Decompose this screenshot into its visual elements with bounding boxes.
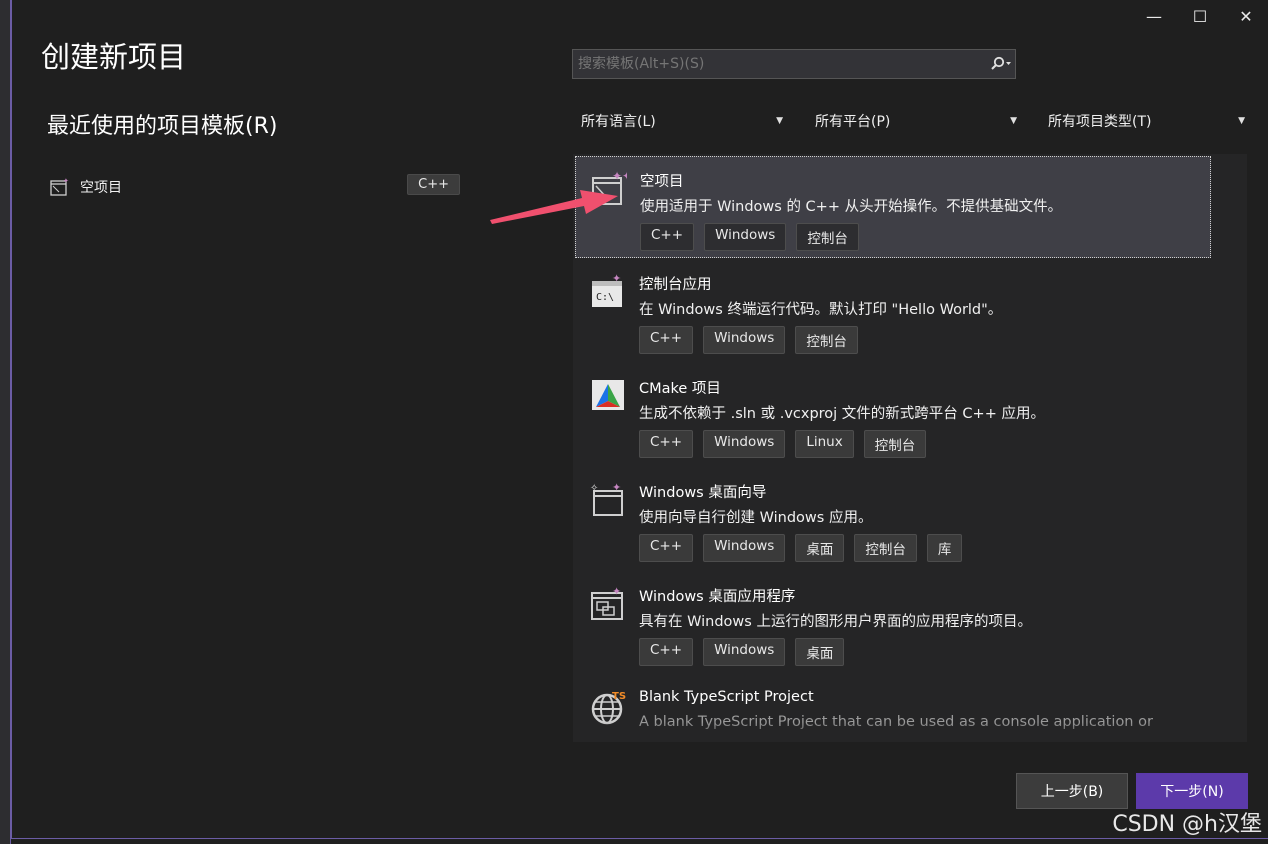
tag: C++ [639, 638, 694, 666]
recent-item-label: 空项目 [80, 180, 122, 196]
template-name: CMake 项目 [639, 381, 721, 397]
search-icon[interactable] [987, 56, 1015, 72]
template-item-console-app[interactable]: C:\ ✦ 控制台应用 在 Windows 终端运行代码。默认打印 "Hello… [575, 260, 1211, 362]
typescript-globe-icon: TS [591, 691, 626, 725]
svg-text:TS: TS [612, 691, 626, 702]
tag: Windows [703, 534, 786, 562]
template-item-cmake[interactable]: CMake 项目 生成不依赖于 .sln 或 .vcxproj 文件的新式跨平台… [575, 364, 1211, 466]
template-description: 具有在 Windows 上运行的图形用户界面的应用程序的项目。 [639, 614, 1032, 630]
filter-platform-label: 所有平台(P) [815, 114, 891, 130]
recent-item-tag: C++ [407, 174, 460, 195]
cmake-icon [592, 380, 624, 410]
tag: 控制台 [796, 223, 859, 251]
recent-templates-heading: 最近使用的项目模板(R) [47, 114, 278, 139]
tag: Linux [795, 430, 854, 458]
tag: 桌面 [795, 638, 845, 666]
tag: 控制台 [863, 430, 927, 458]
svg-text:✦: ✦ [612, 585, 621, 598]
template-description: 使用适用于 Windows 的 C++ 从头开始操作。不提供基础文件。 [640, 199, 1063, 215]
next-button[interactable]: 下一步(N) [1136, 773, 1248, 809]
template-name: Windows 桌面应用程序 [639, 589, 796, 605]
template-name: 空项目 [640, 174, 684, 190]
tag: 库 [926, 534, 963, 562]
template-name: Blank TypeScript Project [639, 689, 814, 705]
search-input[interactable] [573, 55, 987, 73]
tag: 桌面 [795, 534, 845, 562]
template-item-desktop-app[interactable]: ✦ Windows 桌面应用程序 具有在 Windows 上运行的图形用户界面的… [575, 572, 1211, 674]
desktop-wizard-icon: ✧ ✦ [590, 481, 623, 516]
template-tags: C++ Windows 控制台 [639, 326, 858, 354]
filter-project-type-label: 所有项目类型(T) [1048, 114, 1152, 130]
recent-item-empty-project[interactable]: ✦ 空项目 C++ [50, 172, 460, 202]
tag: C++ [639, 534, 694, 562]
chevron-down-icon: ▼ [776, 116, 783, 126]
watermark: CSDN @h汉堡 [1112, 812, 1262, 837]
background-window-strip [0, 0, 11, 844]
chevron-down-icon: ▼ [1010, 116, 1017, 126]
close-button[interactable]: ✕ [1223, 6, 1268, 26]
console-app-icon: C:\ ✦ [592, 273, 622, 307]
filter-platform[interactable]: 所有平台(P) ▼ [815, 108, 1020, 134]
template-description: 使用向导自行创建 Windows 应用。 [639, 510, 873, 526]
svg-text:✧: ✧ [590, 483, 598, 494]
svg-text:C:\: C:\ [596, 292, 614, 303]
filter-language-label: 所有语言(L) [581, 114, 656, 130]
tag: Windows [703, 326, 786, 354]
template-item-empty-project[interactable]: ✦✦ 空项目 使用适用于 Windows 的 C++ 从头开始操作。不提供基础文… [575, 156, 1211, 258]
template-description: 生成不依赖于 .sln 或 .vcxproj 文件的新式跨平台 C++ 应用。 [639, 406, 1045, 422]
back-button[interactable]: 上一步(B) [1016, 773, 1128, 809]
tag: C++ [639, 430, 694, 458]
filter-language[interactable]: 所有语言(L) ▼ [581, 108, 786, 134]
tag: 控制台 [854, 534, 917, 562]
svg-text:✦: ✦ [63, 177, 69, 185]
tag: 控制台 [795, 326, 858, 354]
tag: Windows [704, 223, 787, 251]
search-box[interactable] [572, 49, 1016, 79]
create-project-dialog: — ☐ ✕ 创建新项目 最近使用的项目模板(R) ✦ 空项目 C++ 所有语言(… [11, 0, 1268, 839]
tag: C++ [640, 223, 695, 251]
template-name: Windows 桌面向导 [639, 485, 767, 501]
maximize-button[interactable]: ☐ [1177, 6, 1223, 26]
tag: Windows [703, 430, 786, 458]
empty-project-icon: ✦ [50, 177, 69, 196]
template-list[interactable]: ✦ ✦ 空项目 使用适用于 Windows 的 C++ 从头开始操作。不提供基础文… [573, 154, 1247, 742]
template-tags: C++ Windows Linux 控制台 [639, 430, 927, 458]
page-title: 创建新项目 [41, 40, 187, 74]
window-controls: — ☐ ✕ [1131, 6, 1268, 26]
list-fade [573, 722, 1247, 742]
template-item-desktop-wizard[interactable]: ✧ ✦ Windows 桌面向导 使用向导自行创建 Windows 应用。 C+… [575, 468, 1211, 570]
filter-project-type[interactable]: 所有项目类型(T) ▼ [1048, 108, 1248, 134]
chevron-down-icon: ▼ [1238, 116, 1245, 126]
tag: Windows [703, 638, 786, 666]
svg-text:✦: ✦ [612, 273, 621, 285]
template-name: 控制台应用 [639, 277, 712, 293]
minimize-button[interactable]: — [1131, 6, 1177, 26]
tag: C++ [639, 326, 694, 354]
template-tags: C++ Windows 桌面 [639, 638, 845, 666]
desktop-app-icon: ✦ [591, 585, 623, 620]
template-tags: C++ Windows 桌面 控制台 库 [639, 534, 963, 562]
template-description: 在 Windows 终端运行代码。默认打印 "Hello World"。 [639, 302, 1003, 318]
template-tags: C++ Windows 控制台 [640, 223, 859, 251]
svg-text:✦: ✦ [612, 481, 621, 494]
annotation-arrow [490, 190, 618, 224]
